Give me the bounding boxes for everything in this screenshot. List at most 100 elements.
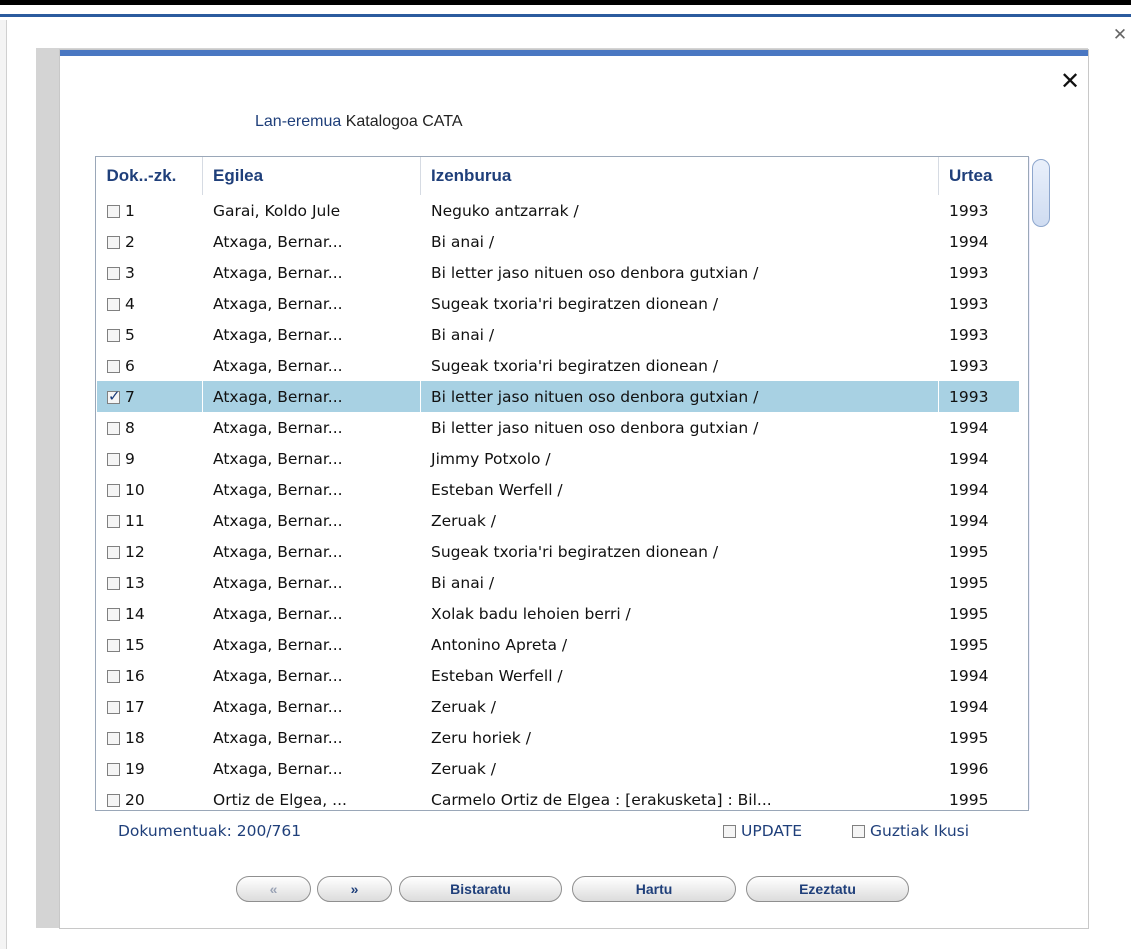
table-row[interactable]: 20 Ortiz de Elgea, ... Carmelo Ortiz de El… [97,784,1019,810]
table-row[interactable]: 5 Atxaga, Bernar... Bi anai / 1993 [97,319,1019,350]
table-row[interactable]: 6 Atxaga, Bernar... Sugeak txoria'ri begir… [97,350,1019,381]
column-header-year[interactable]: Urtea [938,157,1019,195]
column-header-doc[interactable]: Dok..-zk. [97,157,203,195]
show-all-checkbox[interactable] [852,825,865,838]
table-row[interactable]: 2 Atxaga, Bernar... Bi anai / 1994 [97,226,1019,257]
workspace-line: Lan-eremua Katalogoa CATA [255,113,463,133]
row-checkbox[interactable] [107,514,120,528]
year-cell: 1994 [949,449,989,468]
row-checkbox[interactable] [107,793,120,807]
previous-page-button[interactable]: « [236,876,311,902]
row-checkbox[interactable] [107,762,120,776]
show-all-label: Guztiak Ikusi [870,822,970,840]
update-checkbox[interactable] [723,825,736,838]
doc-number-cell: 1 [97,195,203,226]
doc-number: 15 [125,635,145,654]
row-checkbox[interactable] [107,452,120,466]
table-row[interactable]: 8 Atxaga, Bernar... Bi letter jaso nituen … [97,412,1019,443]
author-cell: Atxaga, Bernar... [213,666,343,685]
table-row[interactable]: 9 Atxaga, Bernar... Jimmy Potxolo / 1994 [97,443,1019,474]
table-row[interactable]: 10 Atxaga, Bernar... Esteban Werfell / 1994 [97,474,1019,505]
row-checkbox[interactable] [107,576,120,590]
table-row[interactable]: 16 Atxaga, Bernar... Esteban Werfell / 1994 [97,660,1019,691]
title-cell: Sugeak txoria'ri begiratzen dionean / [431,356,719,375]
row-checkbox[interactable] [107,387,121,405]
table-row[interactable]: 3 Atxaga, Bernar... Bi letter jaso nituen … [97,257,1019,288]
results-table: Dok..-zk. Egilea Izenburua Urtea 1 Garai,… [95,156,1029,811]
table-row[interactable]: 15 Atxaga, Bernar... Antonino Apreta / 1995 [97,629,1019,660]
year-cell: 1995 [949,790,989,809]
row-checkbox[interactable] [107,545,120,559]
author-cell: Atxaga, Bernar... [202,381,421,412]
author-cell: Atxaga, Bernar... [213,263,343,282]
row-checkbox[interactable] [107,421,120,435]
year-cell: 1995 [949,635,989,654]
table-row[interactable]: 17 Atxaga, Bernar... Zeruak / 1994 [97,691,1019,722]
author-cell: Atxaga, Bernar... [213,697,343,716]
row-checkbox[interactable] [107,297,120,311]
update-label: UPDATE [741,822,803,840]
doc-number: 16 [125,666,145,685]
doc-number: 19 [125,759,145,778]
row-checkbox[interactable] [107,669,120,683]
title-cell: Bi anai / [431,573,495,592]
show-all-option[interactable]: Guztiak Ikusi [852,822,969,840]
background-panel-edge [0,20,7,949]
row-checkbox[interactable] [107,235,120,249]
title-cell: Bi letter jaso nituen oso denbora gutxia… [431,263,759,282]
scrollbar-thumb[interactable] [1032,159,1050,227]
doc-number: 9 [125,449,135,468]
title-cell: Sugeak txoria'ri begiratzen dionean / [431,542,719,561]
year-cell: 1993 [938,381,1019,412]
row-checkbox[interactable] [107,700,120,714]
update-option[interactable]: UPDATE [723,822,802,840]
author-cell: Atxaga, Bernar... [213,728,343,747]
table-row[interactable]: 7 Atxaga, Bernar...Bi letter jaso nituen … [96,381,1019,412]
row-checkbox[interactable] [107,266,120,280]
table-row[interactable]: 13 Atxaga, Bernar... Bi anai / 1995 [97,567,1019,598]
title-cell: Carmelo Ortiz de Elgea : [erakusketa] : … [431,790,772,809]
doc-number: 1 [125,201,135,220]
doc-number-cell: 3 [97,257,203,288]
table-row[interactable]: 12 Atxaga, Bernar... Sugeak txoria'ri begi… [97,536,1019,567]
doc-number-cell: 13 [97,567,203,598]
row-checkbox[interactable] [107,204,120,218]
table-scrollbar[interactable] [1029,157,1050,809]
year-cell: 1993 [949,325,989,344]
author-cell: Atxaga, Bernar... [213,325,343,344]
doc-number: 13 [125,573,145,592]
row-checkbox[interactable] [107,638,120,652]
author-cell: Atxaga, Bernar... [213,480,343,499]
column-header-author[interactable]: Egilea [202,157,421,195]
year-cell: 1993 [949,201,989,220]
year-cell: 1993 [949,263,989,282]
column-header-title[interactable]: Izenburua [420,157,939,195]
year-cell: 1994 [949,232,989,251]
row-checkbox[interactable] [107,328,120,342]
row-checkbox[interactable] [107,607,120,621]
table-row[interactable]: 1 Garai, Koldo Jule Neguko antzarrak / 1993 [97,195,1019,226]
row-checkbox[interactable] [107,731,120,745]
year-cell: 1995 [949,604,989,623]
doc-number: 6 [125,356,135,375]
author-cell: Atxaga, Bernar... [213,542,343,561]
table-row[interactable]: 14 Atxaga, Bernar... Xolak badu lehoien be… [97,598,1019,629]
cancel-button[interactable]: Ezeztatu [746,876,909,902]
display-button[interactable]: Bistaratu [399,876,562,902]
table-row[interactable]: 18 Atxaga, Bernar... Zeru horiek / 1995 [97,722,1019,753]
accept-button[interactable]: Hartu [572,876,736,902]
doc-number-cell: 17 [97,691,203,722]
title-cell: Neguko antzarrak / [431,201,579,220]
table-row[interactable]: 4 Atxaga, Bernar... Sugeak txoria'ri begir… [97,288,1019,319]
next-page-button[interactable]: » [317,876,392,902]
table-row[interactable]: 19 Atxaga, Bernar... Zeruak / 1996 [97,753,1019,784]
author-cell: Atxaga, Bernar... [213,635,343,654]
doc-number-cell: 8 [97,412,203,443]
doc-number-cell: 9 [97,443,203,474]
outer-close-icon[interactable]: ✕ [1111,26,1129,44]
table-row[interactable]: 11 Atxaga, Bernar... Zeruak / 1994 [97,505,1019,536]
row-checkbox[interactable] [107,359,120,373]
dialog-close-icon[interactable]: ✕ [1057,68,1083,94]
row-checkbox[interactable] [107,483,120,497]
author-cell: Atxaga, Bernar... [213,573,343,592]
